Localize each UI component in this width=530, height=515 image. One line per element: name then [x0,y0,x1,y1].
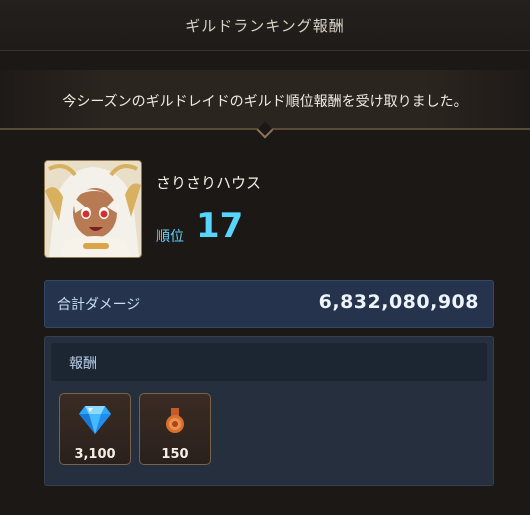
dialog-title: ギルドランキング報酬 [185,16,345,35]
medal-icon [166,408,184,433]
guild-name: さりさりハウス [156,174,262,192]
guild-avatar[interactable] [44,160,142,258]
total-damage-label: 合計ダメージ [57,297,141,313]
chevron-down-icon [256,121,274,139]
reward-item-quantity: 150 [161,447,189,462]
reward-item-diamond[interactable]: 3,100 [59,393,131,465]
dialog-header: ギルドランキング報酬 [0,0,530,51]
reward-panel: 報酬 3,100 150 [44,336,494,486]
total-damage-value: 6,832,080,908 [318,291,479,313]
reward-item-quantity: 3,100 [74,447,116,462]
reward-header: 報酬 [51,343,487,381]
diamond-gem-icon [79,406,111,434]
total-damage-row: 合計ダメージ 6,832,080,908 [44,280,494,328]
rank-value: 17 [196,206,244,246]
notice-message: 今シーズンのギルドレイドのギルド順位報酬を受け取りました。 [62,94,468,110]
reward-label: 報酬 [69,356,97,372]
character-portrait-icon [45,161,141,257]
rank-label: 順位 [156,229,184,245]
reward-item-medal[interactable]: 150 [139,393,211,465]
notice-banner: 今シーズンのギルドレイドのギルド順位報酬を受け取りました。 [0,70,530,139]
